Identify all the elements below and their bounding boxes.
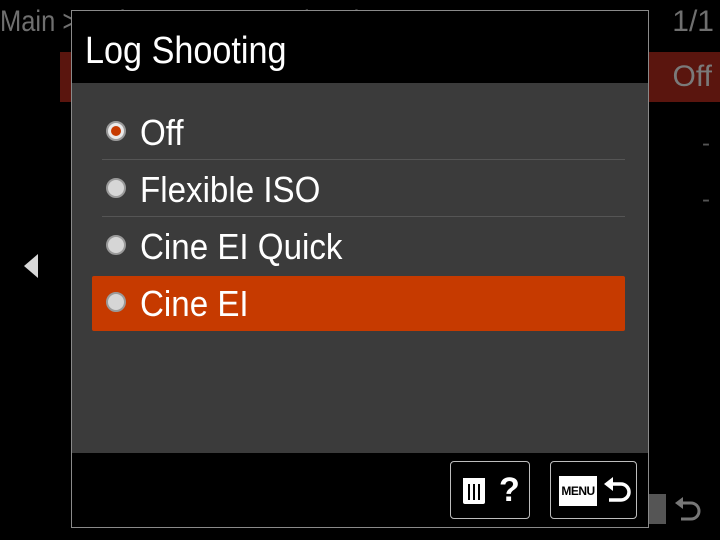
radio-icon — [106, 178, 126, 198]
option-label: Cine EI — [140, 283, 249, 324]
option-cine-ei[interactable]: Cine EI — [92, 276, 625, 331]
menu-back-button[interactable]: MENU — [550, 461, 637, 519]
dialog-title: Log Shooting — [85, 30, 287, 72]
background-row-1-value: Off — [672, 60, 712, 93]
background-row-3-value: - — [702, 186, 710, 213]
divider — [102, 159, 625, 160]
divider — [102, 216, 625, 217]
background-page-indicator: 1/1 — [672, 5, 714, 38]
background-menu-return — [648, 492, 703, 525]
option-label: Cine EI Quick — [140, 226, 343, 267]
options-list: Off Flexible ISO Cine EI Quick Cine EI — [72, 83, 648, 453]
option-label: Off — [140, 112, 184, 153]
trash-icon — [460, 474, 488, 504]
option-cine-ei-quick[interactable]: Cine EI Quick — [92, 219, 625, 274]
option-flexible-iso[interactable]: Flexible ISO — [92, 162, 625, 217]
return-arrow-icon — [604, 477, 631, 502]
radio-icon — [106, 235, 126, 255]
radio-icon — [106, 121, 126, 141]
option-off[interactable]: Off — [92, 105, 625, 160]
menu-icon: MENU — [559, 476, 597, 506]
background-menu-icon — [648, 494, 666, 525]
delete-help-button[interactable]: ? — [450, 461, 530, 519]
help-icon: ? — [499, 471, 520, 509]
background-return-arrow-icon — [675, 497, 701, 521]
log-shooting-dialog: Log Shooting Off Flexible ISO Cine EI Qu… — [71, 10, 649, 528]
background-row-2-value: - — [702, 130, 710, 157]
radio-icon — [106, 292, 126, 312]
dialog-footer: ? MENU — [72, 453, 648, 527]
left-arrow-icon[interactable] — [24, 254, 38, 278]
option-label: Flexible ISO — [140, 169, 321, 210]
